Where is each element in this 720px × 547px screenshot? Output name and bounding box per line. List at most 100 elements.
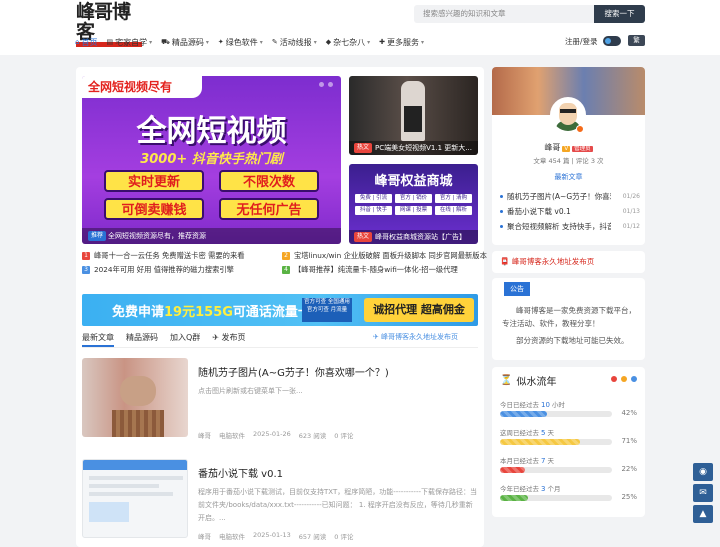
plus-icon: ✚ <box>379 38 385 46</box>
time-progress-row: 今日已经过去 10 小时 42% <box>500 401 637 417</box>
nav-item[interactable]: ⛟ 精品源码 ▾ <box>161 35 209 49</box>
window-dots <box>611 376 637 382</box>
nav-item[interactable]: ✚ 更多服务 ▾ <box>379 35 424 49</box>
latest-item[interactable]: 聚合短视频解析 支持快手，抖音... 01/12 <box>500 219 640 234</box>
latest-title: 聚合短视频解析 支持快手，抖音... <box>507 222 611 231</box>
level-badge: V <box>562 146 571 152</box>
hot-item[interactable]: 3 2024年可用 好用 值得推荐的磁力搜索引擎 <box>82 265 234 275</box>
nav-item[interactable]: ⌂ 首页 <box>75 35 97 49</box>
post-author[interactable]: 峰哥 <box>198 430 211 440</box>
post-category[interactable]: 电脑软件 <box>219 430 245 440</box>
banner-badge: 不限次数 <box>219 170 319 192</box>
hot-item[interactable]: 1 峰哥十一合一云任务 免费赠送卡密 需要的来看 <box>82 251 245 261</box>
mall-grid-item: 网课 | 投票 <box>395 206 432 215</box>
hot-title: 峰哥十一合一云任务 免费赠送卡密 需要的来看 <box>94 251 245 260</box>
post-thumbnail[interactable] <box>82 459 188 538</box>
hot-tag: 热文 <box>354 232 373 242</box>
banner-badge: 无任何广告 <box>219 198 319 220</box>
time-progress-row: 今年已经过去 3 个月 25% <box>500 485 637 501</box>
tab-latest[interactable]: 最新文章 <box>82 332 114 347</box>
progress-bar <box>500 439 612 445</box>
lang-switch[interactable]: 繁 <box>628 35 645 46</box>
banner-top-label: 全网短视频尽有 <box>82 76 202 98</box>
chevron-down-icon: ▾ <box>205 38 209 46</box>
ad-banner[interactable]: 免费申请19元155G可通话流量卡 官方可查 全国通用 官方可查 月流量 诚招代… <box>82 294 478 326</box>
nav-item[interactable]: ✦ 绿色软件 ▾ <box>218 35 263 49</box>
latest-title: 随机芀子图片(A~G芀子！你喜欢... <box>507 192 611 201</box>
post-title[interactable]: 番茄小说下载 v0.1 <box>198 465 283 480</box>
article-tabs: 最新文章 精品源码 加入Q群 ✈ 发布页 ✈ 峰哥博客永久地址发布页 <box>82 332 478 348</box>
post-date: 2025-01-26 <box>253 430 291 438</box>
hot-item[interactable]: 2 宝塔linux/win 企业版破解 面板升级脚本 同步官网最新版本 <box>282 251 487 261</box>
time-progress-row: 这周已经过去 5 天 71% <box>500 429 637 445</box>
drop-icon: ◆ <box>325 38 332 46</box>
nav-item[interactable]: ✎ 活动线报 ▾ <box>272 35 317 49</box>
post-title[interactable]: 随机芀子图片(A~G芀子！你喜欢哪一个？) <box>198 364 389 379</box>
post-item[interactable]: 番茄小说下载 v0.1 程序用于番茄小说下载测试，目前仅支持TXT，程序简陋，功… <box>82 459 478 544</box>
nav-item[interactable]: ◆ 杂七杂八 ▾ <box>326 35 370 49</box>
time-progress-card: ⏳ 似水流年 今日已经过去 10 小时 42% 这周已经过去 5 天 71% 本月已经过去 7 天 22… <box>492 367 645 517</box>
hot-item[interactable]: 4 【峰哥推荐】纯流量卡-随身wifi一体化-招一级代理 <box>282 265 458 275</box>
carousel-dots[interactable] <box>319 82 333 87</box>
site-header: 峰哥博客 搜索感兴趣的知识和文章 搜索一下 ⌂ 首页 ▤ 宅家自学 ▾ ⛟ 精品源码 ▾ ✦ 绿色… <box>0 0 720 55</box>
progress-bar <box>500 467 612 473</box>
ad-cta[interactable]: 诚招代理 超高佣金 <box>364 298 474 322</box>
announcement-tab[interactable]: 公告 <box>504 282 530 296</box>
login-link[interactable]: 注册/登录 <box>565 36 598 47</box>
chat-icon[interactable]: ✉ <box>693 484 713 502</box>
back-to-top-icon[interactable]: ▲ <box>693 505 713 523</box>
side-feature-2[interactable]: 峰哥权益商城 免费 | 引流 官方 | 销价 官方 | 清购 抖音 | 快手 网课 | … <box>349 164 478 244</box>
hot-title: 2024年可用 好用 值得推荐的磁力搜索引擎 <box>94 265 234 274</box>
qq-icon[interactable]: ◉ <box>693 463 713 481</box>
notice-link[interactable]: 📮 峰哥博客永久地址发布页 <box>492 251 645 272</box>
hot-rank: 3 <box>82 266 90 274</box>
main-content: 全网短视频尽有 全网短视频 3000+ 抖音快手热门剧 实时更新 不限次数 可倒… <box>76 67 487 547</box>
permanent-link[interactable]: ✈ 峰哥博客永久地址发布页 <box>373 332 458 342</box>
mall-grid-item: 在线 | 解析 <box>435 206 472 215</box>
main-nav: ⌂ 首页 ▤ 宅家自学 ▾ ⛟ 精品源码 ▾ ✦ 绿色软件 ▾ ✎ 活动线报 ▾ ◆ 杂七杂八 ▾ ✚ 更多服务 ▾ <box>75 35 433 49</box>
chevron-down-icon: ▾ <box>420 38 424 46</box>
post-comments: 0 评论 <box>334 432 354 440</box>
tab-source[interactable]: 精品源码 <box>126 332 158 347</box>
latest-item[interactable]: 番茄小说下载 v0.1 01/13 <box>500 204 640 219</box>
search-button[interactable]: 搜索一下 <box>594 5 645 23</box>
post-item[interactable]: 随机芀子图片(A~G芀子！你喜欢哪一个？) 点击图片刷新或右键菜单下一张... … <box>82 358 478 443</box>
site-logo[interactable]: 峰哥博客 <box>76 2 142 47</box>
search-input[interactable]: 搜索感兴趣的知识和文章 <box>414 5 594 23</box>
time-title: ⏳ 似水流年 <box>500 375 557 388</box>
mall-grid-item: 官方 | 清购 <box>435 194 472 203</box>
nav-label: 首页 <box>81 37 98 47</box>
photo-figure-detail <box>404 106 422 132</box>
hourglass-icon: ⏳ <box>500 375 513 386</box>
banner-caption[interactable]: 全网短视频资源尽有，推荐资源 <box>82 228 341 244</box>
tab-qgroup[interactable]: 加入Q群 <box>170 332 200 347</box>
side-feature-1[interactable]: PC端美女短视频V1.1 更新大... 热文 <box>349 76 478 155</box>
notice-card[interactable]: 📮 峰哥博客永久地址发布页 <box>492 251 645 273</box>
banner-tag: 推荐 <box>88 231 107 241</box>
hot-title: 【峰哥推荐】纯流量卡-随身wifi一体化-招一级代理 <box>294 265 458 274</box>
post-excerpt: 程序用于番茄小说下载测试，目前仅支持TXT，程序简陋，功能-----------… <box>198 488 478 522</box>
hero-banner[interactable]: 全网短视频尽有 全网短视频 3000+ 抖音快手热门剧 实时更新 不限次数 可倒… <box>82 76 341 244</box>
chevron-down-icon: ▾ <box>367 38 371 46</box>
nav-label: 绿色软件 <box>225 37 258 47</box>
hot-rank: 1 <box>82 252 90 260</box>
theme-toggle[interactable] <box>603 36 621 46</box>
post-meta: 峰哥 电脑软件 2025-01-26 623 阅读 0 评论 <box>198 430 353 440</box>
nav-item[interactable]: ▤ 宅家自学 ▾ <box>106 35 152 49</box>
mall-title: 峰哥权益商城 <box>374 174 453 189</box>
hot-rank: 4 <box>282 266 290 274</box>
mall-grid: 免费 | 引流 官方 | 销价 官方 | 清购 抖音 | 快手 网课 | 投票 在线 | … <box>355 194 472 215</box>
progress-bar <box>500 411 612 417</box>
book-icon: ▤ <box>106 38 114 46</box>
chevron-down-icon: ▾ <box>313 38 317 46</box>
profile-stats: 文章 454 篇 | 评论 3 次 <box>533 157 604 165</box>
post-thumbnail[interactable] <box>82 358 188 437</box>
post-views: 623 阅读 <box>298 432 327 440</box>
nav-label: 精品源码 <box>171 37 204 47</box>
mall-grid-item: 官方 | 销价 <box>395 194 432 203</box>
ad-text: 免费申请19元155G可通话流量卡 <box>112 305 311 320</box>
announcement-card: 公告 峰哥博客是一家免费资源下载平台，专注活动、软件，教程分享！ 部分资源的下载… <box>492 278 645 360</box>
mall-grid-item: 免费 | 引流 <box>355 194 392 203</box>
tab-publish[interactable]: ✈ 发布页 <box>212 332 245 347</box>
latest-item[interactable]: 随机芀子图片(A~G芀子！你喜欢... 01/26 <box>500 189 640 204</box>
